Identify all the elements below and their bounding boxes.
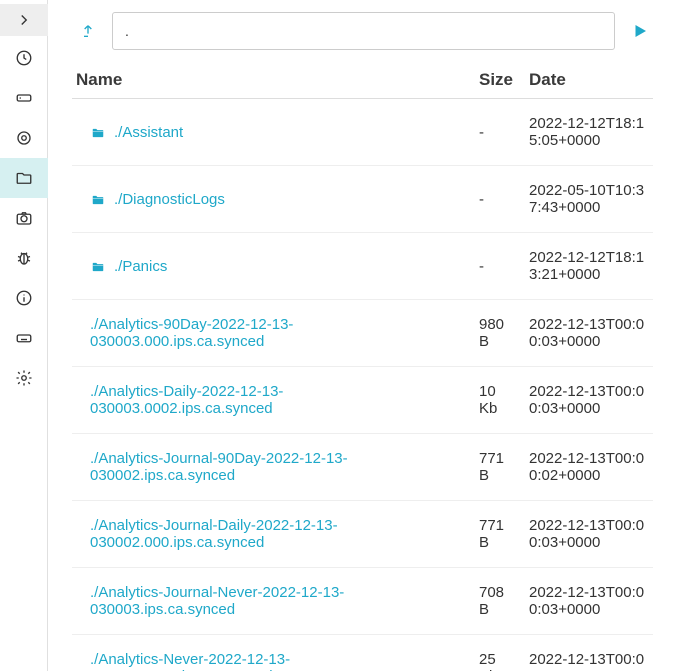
gear-icon [15,369,33,387]
date-cell: 2022-12-12T18:15:05+0000 [523,99,653,166]
table-row: ./Analytics-90Day-2022-12-13-030003.000.… [72,300,653,367]
go-up-button[interactable] [76,18,100,44]
table-row: ./Analytics-Journal-Never-2022-12-13-030… [72,568,653,635]
table-row: ./DiagnosticLogs -2022-05-10T10:37:43+000… [72,166,653,233]
folder-link[interactable]: ./Assistant [114,124,183,141]
sidebar-item-files[interactable] [0,158,48,198]
file-link[interactable]: ./Analytics-Journal-Never-2022-12-13-030… [90,584,344,618]
column-header-size[interactable]: Size [473,64,523,99]
table-row: ./Analytics-Journal-90Day-2022-12-13-030… [72,434,653,501]
go-button[interactable] [627,18,653,44]
table-row: ./Analytics-Journal-Daily-2022-12-13-030… [72,501,653,568]
file-link[interactable]: ./Analytics-Never-2022-12-13-030003.0003… [90,651,290,671]
file-link[interactable]: ./Analytics-Journal-Daily-2022-12-13-030… [90,517,338,551]
file-link[interactable]: ./Analytics-90Day-2022-12-13-030003.000.… [90,316,293,350]
size-cell: 771 B [473,434,523,501]
sidebar-item-camera[interactable] [0,198,48,238]
file-link[interactable]: ./Analytics-Journal-90Day-2022-12-13-030… [90,450,348,484]
clock-icon [15,49,33,67]
date-cell: 2022-12-13T00:00:03+0000 [523,635,653,671]
date-cell: 2022-12-13T00:00:03+0000 [523,367,653,434]
folder-icon [90,193,106,207]
file-link[interactable]: ./Analytics-Daily-2022-12-13-030003.0002… [90,383,283,417]
size-cell: 10 Kb [473,367,523,434]
table-row: ./Analytics-Never-2022-12-13-030003.0003… [72,635,653,671]
date-cell: 2022-05-10T10:37:43+0000 [523,166,653,233]
sidebar-item-keyboard[interactable] [0,318,48,358]
play-icon [631,22,649,40]
folder-link[interactable]: ./Panics [114,258,167,275]
size-cell: - [473,166,523,233]
size-cell: 25 Kb [473,635,523,671]
camera-icon [15,209,33,227]
sidebar-collapse-toggle[interactable] [0,4,48,36]
size-cell: - [473,233,523,300]
sidebar-item-location[interactable] [0,118,48,158]
column-header-date[interactable]: Date [523,64,653,99]
size-cell: 980 B [473,300,523,367]
main-panel: Name Size Date ./Assistant -2022-12-12T18… [48,0,677,671]
path-input[interactable] [112,12,615,50]
size-cell: 771 B [473,501,523,568]
sidebar [0,0,48,671]
path-bar [72,12,653,50]
size-cell: 708 B [473,568,523,635]
up-arrow-icon [80,22,96,40]
sidebar-item-info[interactable] [0,278,48,318]
info-icon [15,289,33,307]
keyboard-icon [15,329,33,347]
date-cell: 2022-12-13T00:00:03+0000 [523,501,653,568]
date-cell: 2022-12-13T00:00:02+0000 [523,434,653,501]
location-icon [15,129,33,147]
table-row: ./Panics -2022-12-12T18:13:21+0000 [72,233,653,300]
file-table: Name Size Date ./Assistant -2022-12-12T18… [72,64,653,671]
sidebar-item-settings[interactable] [0,358,48,398]
size-cell: - [473,99,523,166]
chevron-right-icon [15,11,33,29]
column-header-name[interactable]: Name [72,64,473,99]
sidebar-item-bug[interactable] [0,238,48,278]
sidebar-item-disk[interactable] [0,78,48,118]
table-row: ./Analytics-Daily-2022-12-13-030003.0002… [72,367,653,434]
bug-icon [15,249,33,267]
date-cell: 2022-12-13T00:00:03+0000 [523,568,653,635]
folder-icon [15,169,33,187]
folder-icon [90,260,106,274]
date-cell: 2022-12-12T18:13:21+0000 [523,233,653,300]
disk-icon [15,89,33,107]
sidebar-item-clock[interactable] [0,38,48,78]
table-row: ./Assistant -2022-12-12T18:15:05+0000 [72,99,653,166]
folder-icon [90,126,106,140]
folder-link[interactable]: ./DiagnosticLogs [114,191,225,208]
date-cell: 2022-12-13T00:00:03+0000 [523,300,653,367]
